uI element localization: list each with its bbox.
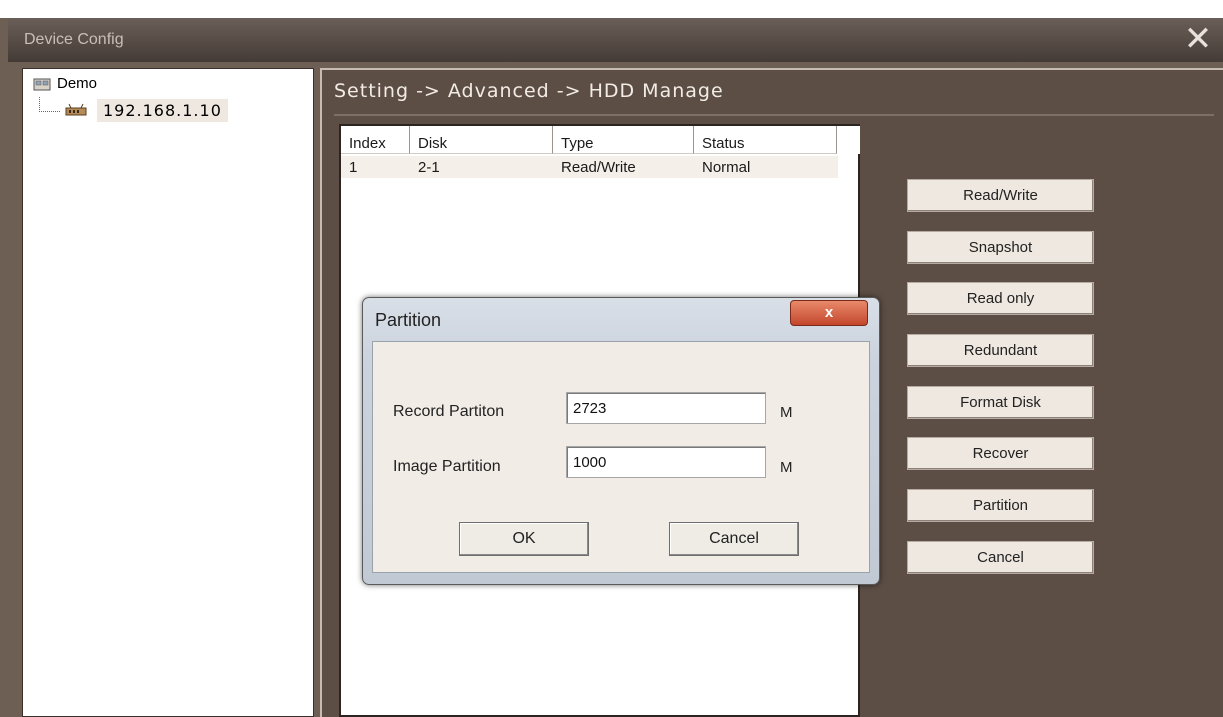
redundant-button[interactable]: Redundant: [907, 334, 1094, 367]
tree-root-label: Demo: [57, 75, 98, 92]
image-partition-label: Image Partition: [393, 458, 501, 475]
title-bar: Device Config ✕: [8, 18, 1223, 62]
image-unit-label: M: [780, 459, 793, 476]
image-partition-input[interactable]: [566, 446, 766, 478]
partition-button[interactable]: Partition: [907, 489, 1094, 522]
cell-status: Normal: [702, 159, 751, 176]
cell-disk: 2-1: [418, 159, 440, 176]
record-unit-label: M: [780, 404, 793, 421]
snapshot-button[interactable]: Snapshot: [907, 231, 1094, 264]
tree-device-label: 192.168.1.10: [97, 99, 228, 122]
network-device-icon: [65, 103, 87, 115]
table-row[interactable]: 1 2-1 Read/Write Normal: [341, 156, 838, 178]
breadcrumb: Setting -> Advanced -> HDD Manage: [334, 76, 1214, 116]
ok-button[interactable]: OK: [459, 522, 589, 556]
window-title: Device Config: [24, 31, 124, 48]
column-header-index[interactable]: Index: [341, 126, 410, 154]
format-disk-button[interactable]: Format Disk: [907, 386, 1094, 419]
recover-button[interactable]: Recover: [907, 437, 1094, 470]
read-write-button[interactable]: Read/Write: [907, 179, 1094, 212]
tree-root-demo[interactable]: Demo: [33, 75, 97, 92]
partition-dialog: Partition x Record Partiton M Image Part…: [362, 297, 880, 585]
breadcrumb-text: Setting -> Advanced -> HDD Manage: [334, 80, 724, 102]
device-tree-panel: Demo 192.168.1.10: [22, 68, 314, 717]
cancel-button[interactable]: Cancel: [907, 541, 1094, 574]
tree-connector: [39, 97, 60, 112]
device-config-window: Device Config ✕ Demo 192.168.1.10 Settin…: [0, 0, 1223, 717]
top-margin: [0, 0, 1223, 18]
cell-index: 1: [349, 159, 358, 176]
group-icon: [33, 78, 51, 90]
disk-list-header: Index Disk Type Status: [341, 126, 860, 154]
dialog-body: Record Partiton M Image Partition M OK C…: [372, 341, 870, 573]
cell-type: Read/Write: [561, 159, 636, 176]
column-header-disk[interactable]: Disk: [410, 126, 553, 154]
record-partition-input[interactable]: [566, 392, 766, 424]
column-header-status[interactable]: Status: [694, 126, 837, 154]
tree-item-device[interactable]: 192.168.1.10: [39, 97, 228, 122]
dialog-cancel-button[interactable]: Cancel: [669, 522, 799, 556]
column-header-type[interactable]: Type: [553, 126, 694, 154]
dialog-close-button[interactable]: x: [790, 300, 868, 326]
record-partition-label: Record Partiton: [393, 403, 505, 420]
window-close-button[interactable]: ✕: [1183, 22, 1213, 56]
dialog-title: Partition: [375, 310, 442, 330]
read-only-button[interactable]: Read only: [907, 282, 1094, 315]
